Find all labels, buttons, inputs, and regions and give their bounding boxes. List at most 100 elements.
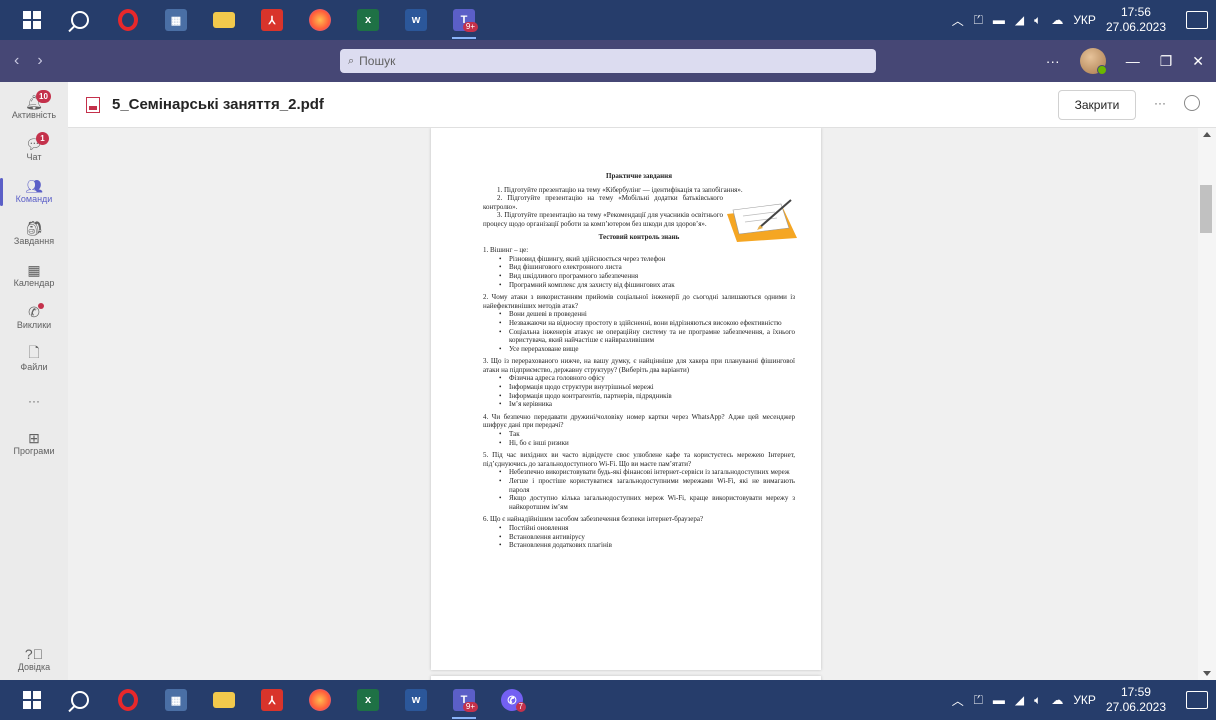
search-button[interactable] — [56, 0, 104, 40]
viber-badge: 7 — [515, 702, 526, 712]
usb-icon[interactable]: ⏍ — [974, 13, 983, 28]
excel-button[interactable]: x — [344, 0, 392, 40]
volume-icon[interactable]: 🔈︎ — [1034, 693, 1041, 708]
scroll-up-arrow[interactable] — [1203, 132, 1211, 137]
vertical-scrollbar[interactable] — [1198, 128, 1216, 680]
rail-item-chat[interactable]: 💬︎ 1 Чат — [0, 128, 68, 170]
acrobat-button[interactable]: ⅄ — [248, 0, 296, 40]
firefox-button[interactable] — [296, 0, 344, 40]
rail-item-apps[interactable]: ⊞ Програми — [0, 422, 68, 464]
battery-icon[interactable]: ▬ — [993, 13, 1005, 27]
language-indicator[interactable]: УКР — [1073, 693, 1096, 707]
forward-button[interactable]: › — [37, 52, 42, 70]
excel-icon: x — [357, 689, 379, 711]
file-explorer-button[interactable] — [200, 0, 248, 40]
battery-icon[interactable]: ▬ — [993, 693, 1005, 707]
word-button[interactable]: w — [392, 680, 440, 720]
assignments-icon: 🎒︎ — [25, 219, 43, 236]
rail-item-more[interactable]: ··· — [0, 380, 68, 422]
close-window-button[interactable]: ✕ — [1192, 53, 1204, 70]
answer-option: Так — [499, 430, 795, 439]
start-button[interactable] — [8, 0, 56, 40]
clock[interactable]: 17:59 27.06.2023 — [1106, 685, 1166, 715]
answer-option: Усе перераховане вище — [499, 345, 795, 354]
calculator-icon: ▦ — [165, 689, 187, 711]
word-button[interactable]: w — [392, 0, 440, 40]
rail-label: Календар — [13, 278, 55, 288]
windows-taskbar-top: ▦ ⅄ x w T 9+ ︿ ⏍ ▬ ◢ 🔈︎ ☁︎ УКР 17:56 27.0… — [0, 0, 1216, 40]
answer-list: Різновид фішингу, який здійснюється чере… — [483, 255, 795, 289]
language-indicator[interactable]: УКР — [1073, 13, 1096, 27]
word-icon: w — [405, 689, 427, 711]
windows-icon — [23, 11, 41, 29]
scroll-down-arrow[interactable] — [1203, 671, 1211, 676]
question-text: 1. Вішинг – це: — [483, 246, 529, 255]
notifications-icon[interactable] — [1186, 11, 1208, 29]
calculator-button[interactable]: ▦ — [152, 0, 200, 40]
question-text: 4. Чи безпечно передавати дружині/чолові… — [483, 412, 795, 430]
usb-icon[interactable]: ⏍ — [974, 693, 983, 708]
task-item: 2. Підготуйте презентацію на тему «Мобіл… — [483, 194, 723, 211]
file-more-button[interactable]: ··· — [1154, 96, 1166, 110]
opera-button[interactable] — [104, 0, 152, 40]
answer-option: Вид шкідливого програмного забезпечення — [499, 272, 795, 281]
app-rail: 🔔︎ 10 Активність 💬︎ 1 Чат 👥︎ Команди 🎒︎ За… — [0, 82, 68, 680]
apps-icon: ⊞ — [28, 429, 40, 446]
pdf-page: Практичне завдання 1. Підготуйте презент… — [431, 128, 821, 670]
answer-list: Небезпечно використовувати будь-які фіна… — [483, 468, 795, 511]
excel-button[interactable]: x — [344, 680, 392, 720]
rail-item-calls[interactable]: ✆ Виклики — [0, 296, 68, 338]
back-button[interactable]: ‹ — [14, 52, 19, 70]
rail-item-assignments[interactable]: 🎒︎ Завдання — [0, 212, 68, 254]
search-button[interactable] — [56, 680, 104, 720]
rail-item-activity[interactable]: 🔔︎ 10 Активність — [0, 86, 68, 128]
answer-list: Фізична адреса головного офісу Інформаці… — [483, 374, 795, 408]
chevron-up-icon[interactable]: ︿ — [952, 692, 964, 709]
acrobat-icon: ⅄ — [261, 9, 283, 31]
chevron-up-icon[interactable]: ︿ — [952, 12, 964, 29]
settings-more-button[interactable]: ··· — [1046, 53, 1060, 69]
user-avatar[interactable] — [1079, 48, 1107, 75]
scroll-thumb[interactable] — [1200, 185, 1212, 233]
maximize-button[interactable]: ❐ — [1160, 53, 1173, 70]
windows-icon — [23, 691, 41, 709]
rail-item-calendar[interactable]: ▦ Календар — [0, 254, 68, 296]
windows-taskbar-bottom: ▦ ⅄ x w T 9+ ✆ 7 ︿ ⏍ ▬ ◢ 🔈︎ ☁︎ УКР 17:59 2… — [0, 680, 1216, 720]
file-explorer-button[interactable] — [200, 680, 248, 720]
firefox-button[interactable] — [296, 680, 344, 720]
folder-icon — [213, 12, 235, 28]
acrobat-button[interactable]: ⅄ — [248, 680, 296, 720]
teams-button[interactable]: T 9+ — [440, 0, 488, 40]
task-item: 3. Підготуйте презентацію на тему «Реком… — [483, 211, 723, 228]
word-icon: w — [405, 9, 427, 31]
calculator-icon: ▦ — [165, 9, 187, 31]
start-button[interactable] — [8, 680, 56, 720]
onedrive-icon[interactable]: ☁︎ — [1051, 693, 1063, 707]
pdf-file-icon — [86, 96, 100, 113]
search-input[interactable]: ⌕ Пошук — [340, 49, 876, 73]
calculator-button[interactable]: ▦ — [152, 680, 200, 720]
teams-button[interactable]: T 9+ — [440, 680, 488, 720]
help-icon: ?⃝ — [24, 646, 44, 662]
system-tray: ︿ ⏍ ▬ ◢ 🔈︎ ☁︎ УКР 17:59 27.06.2023 — [952, 680, 1216, 720]
wifi-icon[interactable]: ◢ — [1015, 693, 1024, 707]
conversation-icon[interactable] — [1184, 95, 1200, 111]
rail-item-teams[interactable]: 👥︎ Команди — [0, 170, 68, 212]
onedrive-icon[interactable]: ☁︎ — [1051, 13, 1063, 27]
minimize-button[interactable]: — — [1126, 53, 1140, 69]
answer-option: Вони дешеві в проведенні — [499, 310, 795, 319]
rail-label: Завдання — [13, 236, 55, 246]
volume-icon[interactable]: 🔈︎ — [1034, 13, 1041, 28]
pdf-viewer[interactable]: Практичне завдання 1. Підготуйте презент… — [68, 128, 1198, 680]
opera-button[interactable] — [104, 680, 152, 720]
wifi-icon[interactable]: ◢ — [1015, 13, 1024, 27]
notifications-icon[interactable] — [1186, 691, 1208, 709]
close-file-button[interactable]: Закрити — [1058, 90, 1136, 120]
firefox-icon — [309, 689, 331, 711]
clock[interactable]: 17:56 27.06.2023 — [1106, 5, 1166, 35]
rail-item-help[interactable]: ?⃝ Довідка — [0, 638, 68, 680]
question-text: 3. Що із перерахованого нижче, на вашу д… — [483, 357, 795, 374]
viber-button[interactable]: ✆ 7 — [488, 680, 536, 720]
rail-label: Активність — [11, 110, 57, 120]
rail-item-files[interactable]: 🗋︎ Файли — [0, 338, 68, 380]
